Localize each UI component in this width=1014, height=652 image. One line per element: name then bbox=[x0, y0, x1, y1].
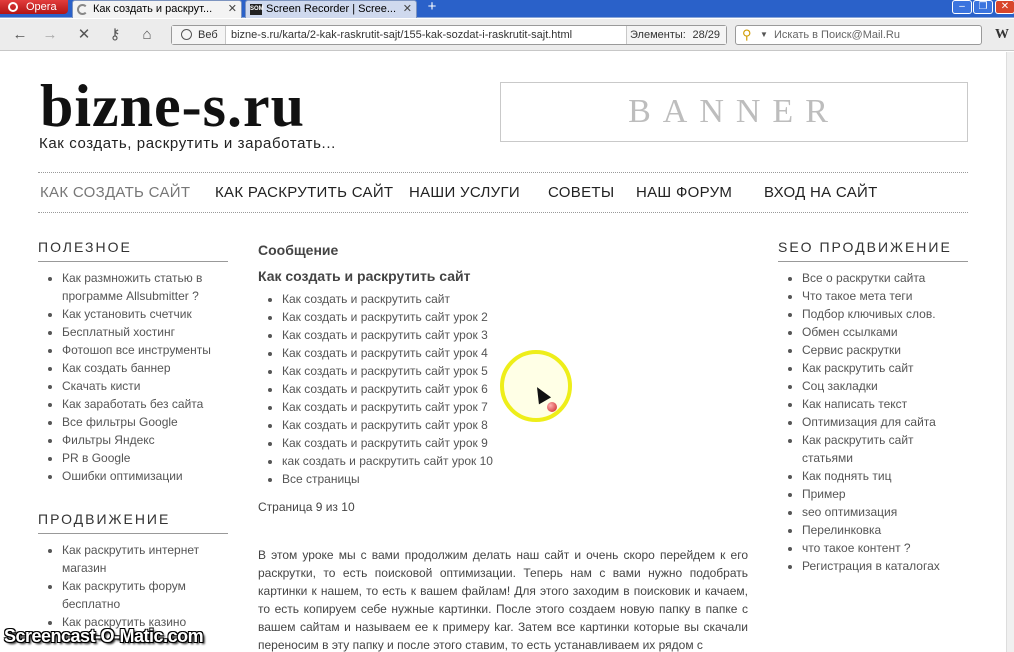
search-engine-icon[interactable]: ⚲ bbox=[742, 26, 752, 44]
menu-divider-top bbox=[38, 172, 968, 173]
close-tab-icon[interactable]: ✕ bbox=[403, 1, 412, 17]
seo-link[interactable]: Как раскрутить сайт статьями bbox=[802, 431, 962, 467]
useful-link[interactable]: PR в Google bbox=[62, 449, 222, 467]
key-icon[interactable]: ⚷ bbox=[105, 25, 125, 45]
tab-title: Screen Recorder | Scree... bbox=[266, 3, 397, 15]
promo-section-title: Продвижение bbox=[38, 510, 228, 534]
useful-link[interactable]: Как размножить статью в программе Allsub… bbox=[62, 269, 222, 305]
menu-item-services[interactable]: Наши услуги bbox=[409, 183, 520, 203]
seo-link[interactable]: Оптимизация для сайта bbox=[802, 413, 962, 431]
promo-links-list: Как раскрутить интернет магазинКак раскр… bbox=[62, 541, 222, 631]
navigation-bar: ← → ✕ ⚷ ⌂ Веб bizne-s.ru/karta/2-kak-ras… bbox=[0, 19, 1014, 51]
elements-counter: Элементы: 28/29 bbox=[626, 26, 726, 44]
menu-item-tips[interactable]: Советы bbox=[548, 183, 614, 203]
lesson-link[interactable]: Как создать и раскрутить сайт урок 8 bbox=[282, 416, 748, 434]
menu-item-login[interactable]: Вход на сайт bbox=[764, 183, 878, 203]
screencast-watermark: Screencast-O-Matic.com bbox=[4, 626, 204, 646]
close-tab-icon[interactable]: ✕ bbox=[228, 1, 237, 17]
forward-arrow-icon[interactable]: → bbox=[40, 25, 60, 45]
main-article: Сообщение Как создать и раскрутить сайт … bbox=[258, 240, 748, 652]
minimize-button[interactable]: – bbox=[952, 0, 972, 14]
lesson-link[interactable]: Все страницы bbox=[282, 470, 748, 488]
maximize-button[interactable]: ❐ bbox=[973, 0, 993, 14]
useful-section-title: Полезное bbox=[38, 238, 228, 262]
site-info-badge[interactable]: Веб bbox=[172, 26, 226, 44]
chevron-down-icon[interactable]: ▼ bbox=[760, 26, 768, 44]
wikipedia-extension-icon[interactable]: W bbox=[991, 25, 1013, 45]
useful-link[interactable]: Фотошоп все инструменты bbox=[62, 341, 222, 359]
seo-link[interactable]: Подбор ключивых слов. bbox=[802, 305, 962, 323]
seo-link[interactable]: Как поднять тиц bbox=[802, 467, 962, 485]
lesson-link[interactable]: Как создать и раскрутить сайт bbox=[282, 290, 748, 308]
tab-title: Как создать и раскрут... bbox=[93, 3, 213, 15]
seo-link[interactable]: Пример bbox=[802, 485, 962, 503]
seo-link[interactable]: Что такое мета теги bbox=[802, 287, 962, 305]
promo-link[interactable]: Как раскрутить форум бесплатно bbox=[62, 577, 222, 613]
home-icon[interactable]: ⌂ bbox=[137, 25, 157, 45]
site-logo[interactable]: bizne-s.ru bbox=[40, 72, 305, 140]
lesson-link[interactable]: Как создать и раскрутить сайт урок 3 bbox=[282, 326, 748, 344]
opera-logo-icon bbox=[8, 2, 18, 12]
seo-link[interactable]: Все о раскрутки сайта bbox=[802, 269, 962, 287]
menu-divider-bottom bbox=[38, 212, 968, 213]
banner-placeholder[interactable]: BANNER bbox=[500, 82, 968, 142]
new-tab-button[interactable]: + bbox=[423, 0, 441, 14]
tab-active[interactable]: Как создать и раскрут... ✕ bbox=[72, 0, 242, 18]
useful-links-list: Как размножить статью в программе Allsub… bbox=[62, 269, 222, 485]
tab-screen-recorder[interactable]: SOM Screen Recorder | Scree... ✕ bbox=[245, 0, 417, 18]
useful-link[interactable]: Ошибки оптимизации bbox=[62, 467, 222, 485]
search-placeholder: Искать в Поиск@Mail.Ru bbox=[774, 29, 900, 41]
page-content: bizne-s.ru Как создать, раскрутить и зар… bbox=[0, 52, 1006, 652]
lesson-link[interactable]: Как создать и раскрутить сайт урок 2 bbox=[282, 308, 748, 326]
useful-link[interactable]: Как установить счетчик bbox=[62, 305, 222, 323]
lesson-link[interactable]: как создать и раскрутить сайт урок 10 bbox=[282, 452, 748, 470]
useful-link[interactable]: Бесплатный хостинг bbox=[62, 323, 222, 341]
cursor-highlight bbox=[500, 350, 572, 422]
close-window-button[interactable]: ✕ bbox=[995, 0, 1014, 14]
globe-icon bbox=[181, 29, 192, 40]
useful-link[interactable]: Фильтры Яндекс bbox=[62, 431, 222, 449]
search-box[interactable]: ⚲ ▼ Искать в Поиск@Mail.Ru bbox=[735, 25, 982, 45]
seo-link[interactable]: Как раскрутить сайт bbox=[802, 359, 962, 377]
elements-label: Элементы: bbox=[630, 29, 686, 41]
recording-indicator-icon bbox=[547, 402, 557, 412]
stop-icon[interactable]: ✕ bbox=[74, 25, 94, 45]
site-tagline: Как создать, раскрутить и заработать... bbox=[39, 135, 336, 152]
address-bar[interactable]: Веб bizne-s.ru/karta/2-kak-raskrutit-saj… bbox=[171, 25, 727, 45]
opera-menu-label: Opera bbox=[26, 1, 57, 13]
seo-links-list: Все о раскрутки сайтаЧто такое мета теги… bbox=[802, 269, 962, 575]
menu-item-promote-site[interactable]: Как раскрутить сайт bbox=[215, 183, 393, 203]
tab-bar: Opera Как создать и раскрут... ✕ SOM Scr… bbox=[0, 0, 1014, 18]
seo-link[interactable]: seo оптимизация bbox=[802, 503, 962, 521]
menu-item-forum[interactable]: Наш форум bbox=[636, 183, 732, 203]
article-body: В этом уроке мы с вами продолжим делать … bbox=[258, 548, 748, 652]
lesson-link[interactable]: Как создать и раскрутить сайт урок 9 bbox=[282, 434, 748, 452]
url-text[interactable]: bizne-s.ru/karta/2-kak-raskrutit-sajt/15… bbox=[231, 26, 572, 44]
seo-link[interactable]: что такое контент ? bbox=[802, 539, 962, 557]
article-title: Как создать и раскрутить сайт bbox=[258, 268, 471, 284]
seo-section-title: SEO продвижение bbox=[778, 238, 968, 262]
page-scrollbar[interactable] bbox=[1006, 52, 1014, 652]
useful-link[interactable]: Как создать баннер bbox=[62, 359, 222, 377]
page-counter: Страница 9 из 10 bbox=[258, 500, 355, 514]
banner-text: BANNER bbox=[628, 93, 840, 130]
menu-item-create-site[interactable]: Как создать сайт bbox=[40, 183, 190, 203]
seo-link[interactable]: Как написать текст bbox=[802, 395, 962, 413]
useful-link[interactable]: Скачать кисти bbox=[62, 377, 222, 395]
elements-count: 28/29 bbox=[692, 29, 720, 41]
seo-link[interactable]: Сервис раскрутки bbox=[802, 341, 962, 359]
seo-link[interactable]: Регистрация в каталогах bbox=[802, 557, 962, 575]
opera-menu-button[interactable]: Opera bbox=[0, 0, 68, 14]
seo-link[interactable]: Перелинковка bbox=[802, 521, 962, 539]
promo-link[interactable]: Как раскрутить интернет магазин bbox=[62, 541, 222, 577]
message-title: Сообщение bbox=[258, 242, 339, 258]
back-arrow-icon[interactable]: ← bbox=[10, 25, 30, 45]
seo-link[interactable]: Обмен ссылками bbox=[802, 323, 962, 341]
seo-link[interactable]: Соц закладки bbox=[802, 377, 962, 395]
useful-link[interactable]: Все фильтры Google bbox=[62, 413, 222, 431]
site-info-label: Веб bbox=[198, 29, 218, 41]
useful-link[interactable]: Как заработать без сайта bbox=[62, 395, 222, 413]
loading-icon bbox=[77, 4, 88, 15]
screencast-favicon-icon: SOM bbox=[250, 4, 264, 15]
